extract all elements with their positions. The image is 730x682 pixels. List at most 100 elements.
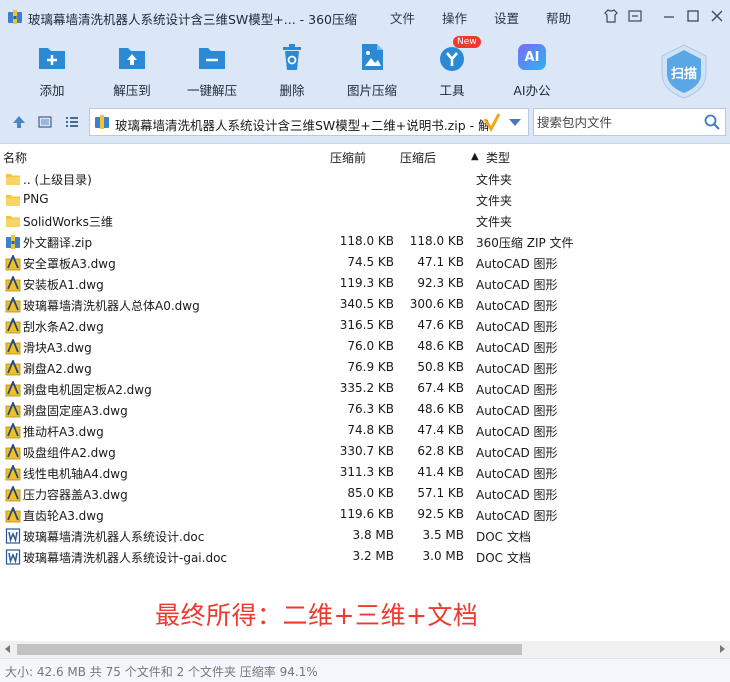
thumbnail-view-icon[interactable]	[37, 114, 53, 130]
file-row[interactable]: 玻璃幕墙清洗机器人系统设计-gai.doc 3.2 MB 3.0 MB DOC 文档	[0, 546, 730, 567]
menu-operate[interactable]: 操作	[442, 8, 467, 27]
one-click-extract-label: 一键解压	[186, 83, 237, 98]
extract-to-icon	[115, 40, 149, 74]
title-bar: 玻璃幕墙清洗机器人系统设计含三维SW模型+... - 360压缩 文件 操作 设…	[0, 0, 730, 34]
file-type: AutoCAD 图形	[476, 446, 558, 460]
file-packed-size: 47.1 KB	[417, 255, 464, 269]
column-name[interactable]: 名称	[3, 149, 27, 166]
folder-icon	[5, 213, 21, 229]
file-row[interactable]: 涮盘电机固定板A2.dwg 335.2 KB 67.4 KB AutoCAD 图形	[0, 378, 730, 399]
file-row[interactable]: 吸盘组件A2.dwg 330.7 KB 62.8 KB AutoCAD 图形	[0, 441, 730, 462]
file-row[interactable]: 推动杆A3.dwg 74.8 KB 47.4 KB AutoCAD 图形	[0, 420, 730, 441]
file-row[interactable]: 滑块A3.dwg 76.0 KB 48.6 KB AutoCAD 图形	[0, 336, 730, 357]
file-row[interactable]: 玻璃幕墙清洗机器人总体A0.dwg 340.5 KB 300.6 KB AutoCAD…	[0, 294, 730, 315]
file-name: .. (上级目录)	[23, 173, 92, 187]
file-size: 85.0 KB	[347, 486, 394, 500]
ai-office-button[interactable]: AI AI办公	[492, 40, 572, 99]
search-input[interactable]	[534, 109, 702, 135]
image-compress-label: 图片压缩	[346, 83, 397, 98]
minimize-icon[interactable]	[659, 6, 679, 26]
archive-icon	[95, 115, 109, 129]
file-row[interactable]: 安装板A1.dwg 119.3 KB 92.3 KB AutoCAD 图形	[0, 273, 730, 294]
address-bar: 玻璃幕墙清洗机器人系统设计含三维SW模型+二维+说明书.zip - 解包	[0, 100, 730, 144]
delete-button[interactable]: 删除	[252, 40, 332, 99]
file-row[interactable]: 刮水条A2.dwg 316.5 KB 47.6 KB AutoCAD 图形	[0, 315, 730, 336]
file-packed-size: 47.6 KB	[417, 318, 464, 332]
image-compress-button[interactable]: 图片压缩	[332, 40, 412, 99]
autocad-file-icon	[5, 316, 21, 334]
add-button[interactable]: 添加	[12, 40, 92, 99]
file-name: 外文翻译.zip	[23, 236, 93, 250]
extract-to-button[interactable]: 解压到	[92, 40, 172, 99]
file-size: 74.8 KB	[347, 423, 394, 437]
one-click-extract-button[interactable]: 一键解压	[172, 40, 252, 99]
file-row[interactable]: .. (上级目录) 文件夹	[0, 168, 730, 189]
list-view-icon[interactable]	[64, 114, 80, 130]
file-row[interactable]: SolidWorks三维 文件夹	[0, 210, 730, 231]
file-name: 安全罩板A3.dwg	[23, 257, 116, 271]
folder-icon	[5, 171, 21, 187]
column-size[interactable]: 压缩前	[330, 149, 366, 166]
file-row[interactable]: 外文翻译.zip 118.0 KB 118.0 KB 360压缩 ZIP 文件	[0, 231, 730, 252]
path-field[interactable]: 玻璃幕墙清洗机器人系统设计含三维SW模型+二维+说明书.zip - 解包	[89, 108, 529, 136]
column-packed[interactable]: 压缩后	[400, 149, 436, 166]
file-type: 文件夹	[476, 215, 513, 229]
autocad-file-icon	[5, 379, 21, 397]
file-name: 涮盘固定座A3.dwg	[23, 404, 128, 418]
search-icon[interactable]	[704, 114, 720, 130]
skin-shirt-icon[interactable]	[601, 6, 621, 26]
path-dropdown-icon[interactable]	[509, 119, 521, 126]
scroll-left-icon[interactable]	[5, 645, 10, 653]
file-row[interactable]: 线性电机轴A4.dwg 311.3 KB 41.4 KB AutoCAD 图形	[0, 462, 730, 483]
menu-help[interactable]: 帮助	[546, 8, 571, 27]
file-size: 119.3 KB	[339, 276, 394, 290]
autocad-file-icon	[5, 442, 21, 460]
file-packed-size: 92.3 KB	[417, 276, 464, 290]
file-type: AutoCAD 图形	[476, 425, 558, 439]
autocad-file-icon	[5, 421, 21, 439]
file-size: 311.3 KB	[339, 465, 394, 479]
file-list: .. (上级目录) 文件夹 PNG 文件夹 SolidWorks三维 文件夹 外文翻译.zi…	[0, 168, 730, 567]
app-logo-icon	[8, 10, 22, 24]
file-name: 直齿轮A3.dwg	[23, 509, 104, 523]
file-row[interactable]: 涮盘A2.dwg 76.9 KB 50.8 KB AutoCAD 图形	[0, 357, 730, 378]
image-compress-icon	[355, 40, 389, 74]
close-icon[interactable]	[707, 6, 727, 26]
file-row[interactable]: 安全罩板A3.dwg 74.5 KB 47.1 KB AutoCAD 图形	[0, 252, 730, 273]
column-type[interactable]: 类型	[486, 149, 510, 166]
up-arrow-icon[interactable]	[11, 114, 27, 130]
status-bar: 大小: 42.6 MB 共 75 个文件和 2 个文件夹 压缩率 94.1%	[0, 658, 730, 682]
menu-settings[interactable]: 设置	[494, 8, 519, 27]
scan-button[interactable]: 扫描	[655, 42, 713, 100]
window-title: 玻璃幕墙清洗机器人系统设计含三维SW模型+... - 360压缩	[28, 12, 358, 27]
feedback-icon[interactable]	[625, 6, 645, 26]
scan-label: 扫描	[670, 67, 697, 82]
file-packed-size: 50.8 KB	[417, 360, 464, 374]
word-document-icon	[5, 528, 21, 544]
toolbar: 添加 解压到 一键解压 删除 图片压缩 New 工具 AI AI办公 扫描	[0, 34, 730, 100]
tools-button[interactable]: New 工具	[412, 36, 492, 99]
file-type: AutoCAD 图形	[476, 341, 558, 355]
menu-file[interactable]: 文件	[390, 8, 415, 27]
file-size: 119.6 KB	[339, 507, 394, 521]
file-name: 玻璃幕墙清洗机器人总体A0.dwg	[23, 299, 200, 313]
file-type: AutoCAD 图形	[476, 467, 558, 481]
file-type: AutoCAD 图形	[476, 509, 558, 523]
file-row[interactable]: PNG 文件夹	[0, 189, 730, 210]
file-name: 滑块A3.dwg	[23, 341, 92, 355]
scrollbar-thumb[interactable]	[17, 644, 522, 655]
file-type: 文件夹	[476, 194, 513, 208]
file-type: AutoCAD 图形	[476, 404, 558, 418]
file-row[interactable]: 直齿轮A3.dwg 119.6 KB 92.5 KB AutoCAD 图形	[0, 504, 730, 525]
scroll-right-icon[interactable]	[720, 645, 725, 653]
horizontal-scrollbar[interactable]	[0, 641, 730, 658]
file-row[interactable]: 玻璃幕墙清洗机器人系统设计.doc 3.8 MB 3.5 MB DOC 文档	[0, 525, 730, 546]
maximize-icon[interactable]	[683, 6, 703, 26]
file-row[interactable]: 涮盘固定座A3.dwg 76.3 KB 48.6 KB AutoCAD 图形	[0, 399, 730, 420]
search-box	[533, 108, 726, 136]
ai-office-icon: AI	[515, 40, 549, 74]
new-badge: New	[453, 36, 481, 48]
file-row[interactable]: 压力容器盖A3.dwg 85.0 KB 57.1 KB AutoCAD 图形	[0, 483, 730, 504]
folder-icon	[5, 192, 21, 208]
add-label: 添加	[39, 83, 65, 98]
